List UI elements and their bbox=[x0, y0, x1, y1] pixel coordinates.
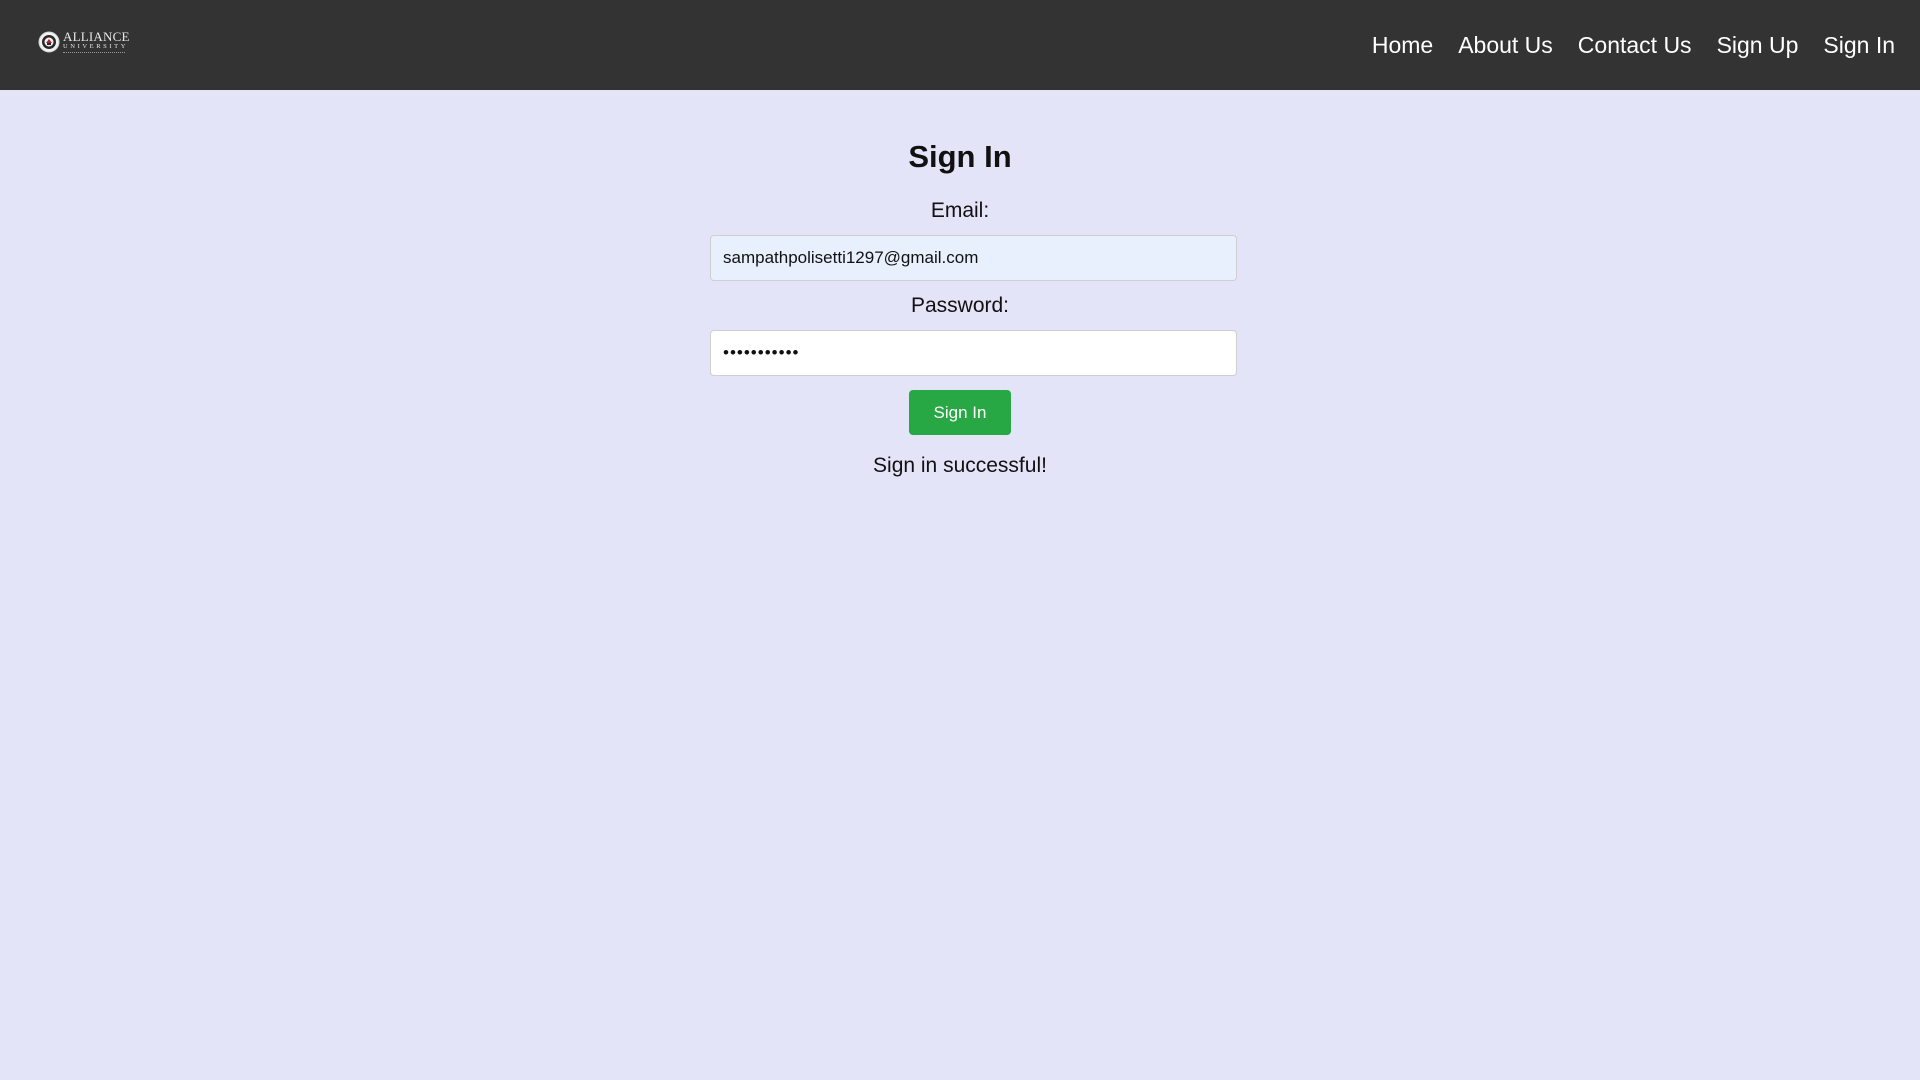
logo-name: ALLIANCE bbox=[63, 28, 130, 44]
logo-tagline-rule bbox=[63, 52, 125, 54]
nav-link-about-us[interactable]: About Us bbox=[1458, 28, 1553, 62]
password-field[interactable] bbox=[710, 330, 1237, 376]
page-title: Sign In bbox=[908, 139, 1012, 174]
nav-link-contact-us[interactable]: Contact Us bbox=[1578, 28, 1692, 62]
nav-link-home[interactable]: Home bbox=[1372, 28, 1433, 62]
status-message: Sign in successful! bbox=[873, 454, 1047, 477]
sign-in-button[interactable]: Sign In bbox=[909, 390, 1011, 435]
nav-links: Home About Us Contact Us Sign Up Sign In bbox=[1372, 28, 1895, 62]
email-label: Email: bbox=[930, 199, 990, 222]
password-label: Password: bbox=[910, 294, 1010, 317]
university-seal-icon bbox=[38, 31, 60, 53]
logo-subtitle: UNIVERSITY bbox=[63, 42, 128, 50]
alliance-university-logo[interactable]: ALLIANCE UNIVERSITY bbox=[38, 27, 138, 57]
nav-link-sign-up[interactable]: Sign Up bbox=[1717, 28, 1799, 62]
navbar: ALLIANCE UNIVERSITY Home About Us Contac… bbox=[0, 0, 1920, 90]
email-field[interactable] bbox=[710, 235, 1237, 281]
nav-link-sign-in[interactable]: Sign In bbox=[1823, 28, 1895, 62]
logo-wordmark: ALLIANCE UNIVERSITY bbox=[63, 30, 130, 55]
